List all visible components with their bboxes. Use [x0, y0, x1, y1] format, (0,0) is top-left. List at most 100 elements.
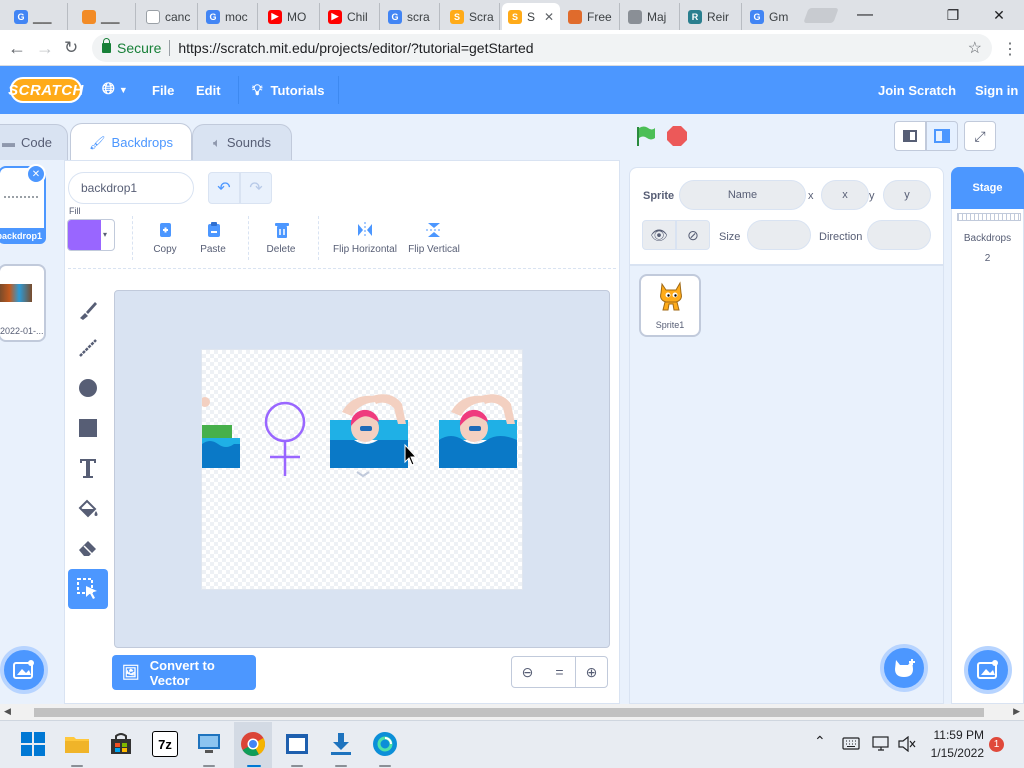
join-scratch-link[interactable]: Join Scratch	[878, 66, 956, 114]
convert-to-vector-button[interactable]: 🖼︎ Convert to Vector	[112, 655, 256, 690]
browser-tab[interactable]: G ▁▁	[8, 3, 68, 30]
browser-tab[interactable]: ▶ MO	[262, 3, 320, 30]
y-field[interactable]: y	[883, 180, 931, 210]
browser-tab[interactable]: Gscra	[382, 3, 440, 30]
tab-sounds[interactable]: 🔈︎ Sounds	[192, 124, 292, 160]
app-window-icon[interactable]	[284, 731, 310, 757]
download-icon[interactable]	[328, 731, 354, 757]
costume-name-field[interactable]: backdrop1	[68, 172, 194, 204]
scroll-right-icon[interactable]: ▶	[1013, 706, 1020, 717]
file-explorer-icon[interactable]	[64, 731, 90, 757]
menu-icon[interactable]: ⋮	[1002, 39, 1018, 59]
direction-field[interactable]	[867, 220, 931, 250]
tab-code[interactable]: ▬ Code	[0, 124, 68, 160]
forward-icon[interactable]: →	[36, 38, 54, 59]
browser-tab[interactable]: G Gm	[744, 3, 800, 30]
delete-label[interactable]: Delete	[261, 244, 301, 255]
zoom-out-button[interactable]: ⊖	[511, 656, 544, 688]
fill-color-picker[interactable]: ▾	[67, 219, 115, 251]
url-field[interactable]: Secure https://scratch.mit.edu/projects/…	[92, 34, 992, 62]
chrome-icon[interactable]	[240, 731, 266, 757]
text-tool[interactable]	[68, 448, 108, 488]
brush-tool[interactable]	[68, 290, 108, 330]
show-sprite-button[interactable]: 👁︎	[642, 220, 676, 250]
choose-sprite-button[interactable]	[880, 644, 928, 692]
close-window-button[interactable]: ✕	[976, 0, 1022, 30]
paste-icon[interactable]	[205, 221, 223, 239]
rectangle-tool[interactable]	[68, 408, 108, 448]
close-icon[interactable]: ✕	[544, 10, 554, 24]
browser-tab[interactable]: S Scra	[444, 3, 500, 30]
back-icon[interactable]: ←	[8, 38, 26, 59]
green-flag-icon[interactable]	[634, 125, 656, 147]
browser-tab[interactable]: Gmoc	[200, 3, 258, 30]
select-tool[interactable]	[68, 569, 108, 609]
remote-desktop-icon[interactable]	[196, 731, 222, 757]
browser-tab[interactable]: Free	[562, 3, 620, 30]
eraser-tool[interactable]	[68, 528, 108, 568]
tutorials-menu[interactable]: 💡︎ Tutorials	[252, 66, 324, 114]
windows-start-icon[interactable]	[20, 731, 46, 757]
browser-tab-active[interactable]: S S ✕	[502, 3, 560, 30]
choose-backdrop-stage-button[interactable]	[964, 646, 1012, 694]
flip-vertical-label[interactable]: Flip Vertical	[404, 244, 464, 255]
copy-label[interactable]: Copy	[145, 244, 185, 255]
paste-label[interactable]: Paste	[193, 244, 233, 255]
restore-button[interactable]: ❐	[930, 0, 976, 30]
clock-time[interactable]: 11:59 PM	[922, 728, 984, 742]
sprite-tile[interactable]: Sprite1	[639, 274, 701, 337]
choose-backdrop-button[interactable]	[0, 646, 48, 694]
flip-vertical-icon[interactable]	[425, 221, 443, 239]
flip-horizontal-icon[interactable]	[356, 221, 374, 239]
scrollbar-thumb[interactable]	[34, 708, 984, 717]
sign-in-link[interactable]: Sign in	[975, 66, 1018, 114]
stage-target-pane[interactable]	[951, 167, 1024, 704]
undo-button[interactable]: ↶	[208, 172, 240, 204]
tab-backdrops[interactable]: 🖌︎ Backdrops	[70, 123, 192, 161]
drawing-canvas[interactable]	[201, 349, 523, 590]
chevron-up-icon[interactable]: ⌃	[814, 733, 826, 750]
browser-tab[interactable]: R Reir	[682, 3, 742, 30]
small-stage-button[interactable]	[894, 121, 926, 151]
horizontal-scrollbar[interactable]: ◀ ▶	[0, 704, 1024, 720]
minimize-button[interactable]: —	[842, 0, 888, 30]
browser-tab[interactable]: canc	[140, 3, 198, 30]
rotate-handle-icon[interactable]	[356, 471, 370, 478]
trash-icon[interactable]	[273, 221, 291, 239]
costume-item[interactable]: 2022-01-...	[0, 264, 46, 342]
redo-button[interactable]: ↷	[240, 172, 272, 204]
stop-icon[interactable]	[666, 125, 688, 147]
circle-tool[interactable]	[68, 368, 108, 408]
hide-sprite-button[interactable]: ⊘	[676, 220, 710, 250]
fullscreen-button[interactable]: ⤢	[964, 121, 996, 151]
copy-icon[interactable]	[157, 221, 175, 239]
fill-tool[interactable]	[68, 489, 108, 529]
store-icon[interactable]	[108, 731, 134, 757]
clock-date[interactable]: 1/15/2022	[922, 746, 984, 760]
flip-horizontal-label[interactable]: Flip Horizontal	[330, 244, 400, 255]
7zip-icon[interactable]: 7z	[152, 731, 178, 757]
file-menu[interactable]: File	[152, 66, 174, 114]
edge-icon[interactable]	[372, 731, 398, 757]
scroll-left-icon[interactable]: ◀	[4, 706, 11, 717]
delete-costume-icon[interactable]: ✕	[26, 164, 46, 184]
browser-tab[interactable]: ▶ Chil	[322, 3, 380, 30]
star-icon[interactable]: ☆	[968, 38, 982, 58]
network-icon[interactable]	[872, 736, 890, 752]
zoom-in-button[interactable]: ⊕	[575, 656, 608, 688]
browser-tab[interactable]: ▁▁	[76, 3, 136, 30]
line-tool[interactable]	[68, 328, 108, 368]
language-button[interactable]: 🌐︎ ▼	[102, 66, 128, 114]
new-tab-button[interactable]	[803, 8, 839, 23]
edit-menu[interactable]: Edit	[196, 66, 221, 114]
costume-item[interactable]: backdrop1 ✕	[0, 164, 46, 244]
normal-stage-button[interactable]	[926, 121, 958, 151]
x-field[interactable]: x	[821, 180, 869, 210]
size-field[interactable]	[747, 220, 811, 250]
reload-icon[interactable]: ↻	[64, 38, 78, 58]
zoom-reset-button[interactable]: =	[543, 656, 576, 688]
browser-tab[interactable]: Maj	[622, 3, 680, 30]
notification-badge[interactable]: 1	[989, 737, 1004, 752]
volume-muted-icon[interactable]	[898, 736, 916, 752]
sprite-name-field[interactable]: Name	[679, 180, 806, 210]
